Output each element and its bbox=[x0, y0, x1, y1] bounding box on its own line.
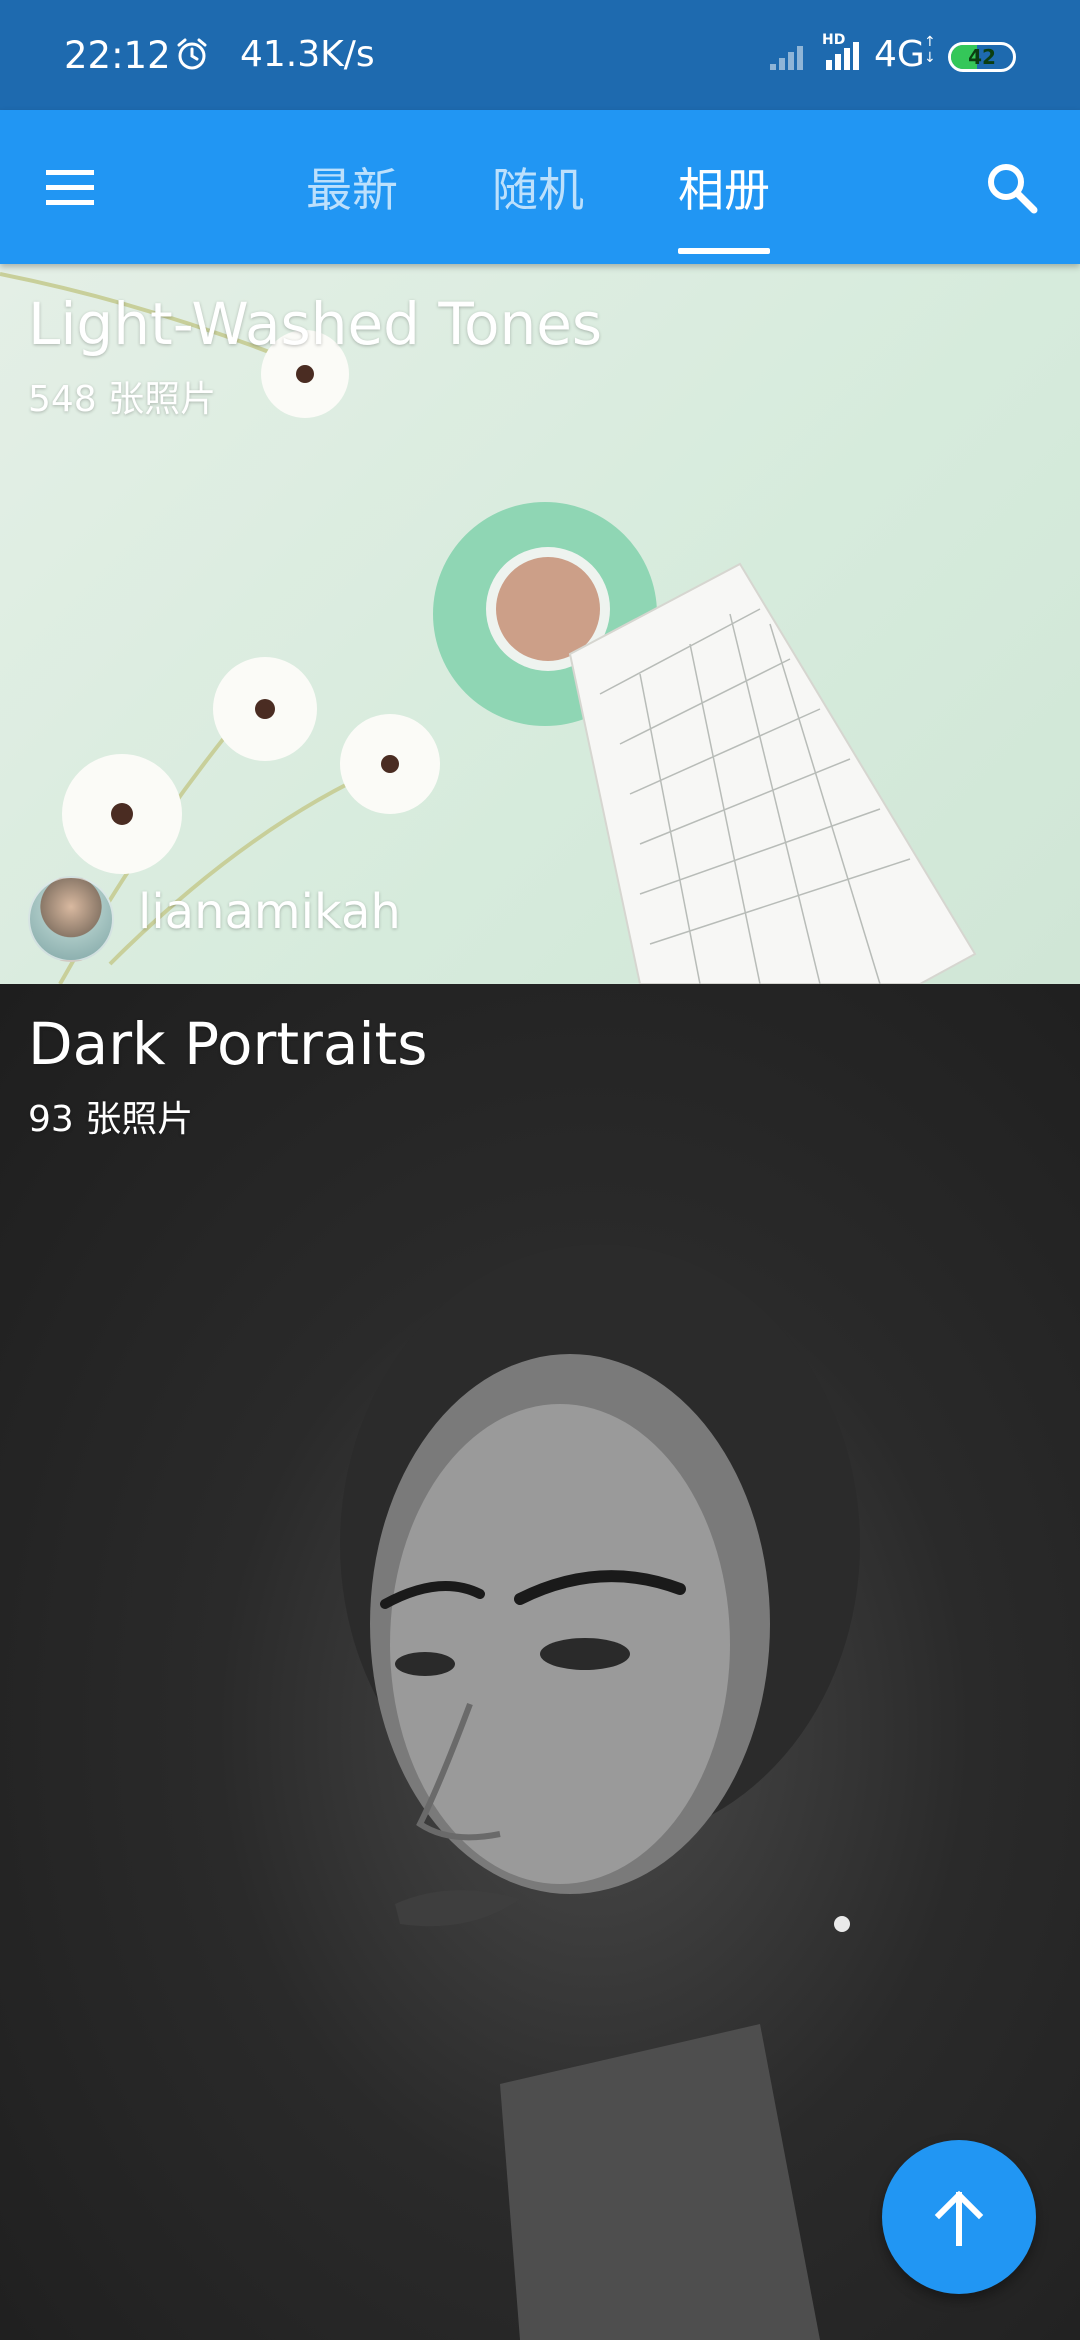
search-icon[interactable] bbox=[980, 156, 1048, 224]
album-cover-image bbox=[340, 1244, 860, 2340]
album-title: Light-Washed Tones bbox=[28, 290, 603, 358]
tab-random[interactable]: 随机 bbox=[492, 154, 584, 264]
app-bar: 最新 随机 相册 bbox=[0, 110, 1080, 264]
battery-level: 42 bbox=[968, 45, 996, 69]
data-activity-icon: ↑ ↓ bbox=[924, 34, 936, 66]
tab-label: 随机 bbox=[492, 163, 584, 217]
arrow-up-icon bbox=[934, 2190, 984, 2246]
hamburger-menu-icon[interactable] bbox=[40, 158, 116, 218]
album-card[interactable]: Light-Washed Tones 548 张照片 lianamikah bbox=[0, 264, 1080, 984]
alarm-clock-icon bbox=[174, 36, 210, 76]
album-title: Dark Portraits bbox=[28, 1010, 428, 1078]
album-photo-count: 548 张照片 bbox=[28, 379, 217, 420]
tab-label: 最新 bbox=[306, 163, 398, 217]
tab-albums[interactable]: 相册 bbox=[678, 154, 770, 264]
author-name[interactable]: lianamikah bbox=[138, 884, 401, 940]
status-bar: 22:12 41.3K/s HD 4G ↑ ↓ 42 bbox=[0, 0, 1080, 110]
battery-icon: 42 bbox=[948, 42, 1016, 72]
tab-indicator bbox=[678, 248, 770, 254]
status-time: 22:12 bbox=[64, 34, 171, 77]
signal-bars-full-icon bbox=[824, 38, 868, 76]
tab-label: 相册 bbox=[678, 163, 770, 217]
network-type: 4G bbox=[874, 34, 925, 75]
scroll-to-top-button[interactable] bbox=[882, 2140, 1036, 2294]
tab-latest[interactable]: 最新 bbox=[306, 154, 398, 264]
signal-bars-icon bbox=[768, 38, 812, 76]
avatar[interactable] bbox=[28, 876, 114, 962]
network-speed: 41.3K/s bbox=[240, 34, 375, 75]
album-photo-count: 93 张照片 bbox=[28, 1099, 194, 1140]
album-card[interactable]: Dark Portraits 93 张照片 bbox=[0, 984, 1080, 2340]
